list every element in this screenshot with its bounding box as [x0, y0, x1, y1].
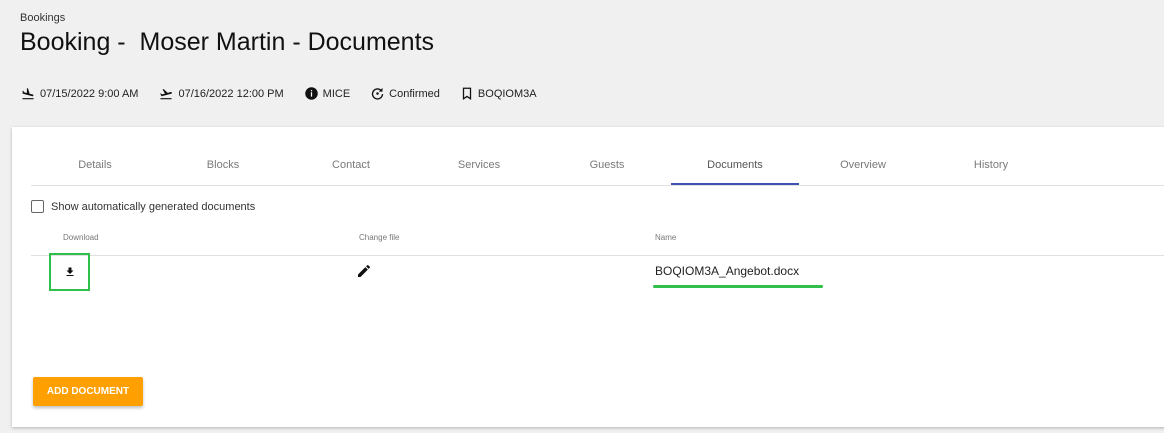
bookmark-icon — [462, 87, 472, 100]
booking-meta: 07/15/2022 9:00 AM 07/16/2022 12:00 PM M… — [20, 86, 557, 101]
departure-datetime: 07/16/2022 12:00 PM — [178, 87, 284, 100]
tab-guests[interactable]: Guests — [543, 127, 671, 185]
flight-land-icon — [22, 87, 34, 99]
column-header-change-file: Change file — [359, 233, 400, 242]
document-name-highlight — [653, 285, 823, 288]
breadcrumb[interactable]: Bookings — [20, 12, 65, 24]
show-generated-option[interactable]: Show automatically generated documents — [31, 200, 255, 213]
tab-documents[interactable]: Documents — [671, 127, 799, 185]
booking-status-info: Confirmed — [370, 86, 440, 101]
page-header: Bookings Booking - Moser Martin - Docume… — [0, 0, 1164, 111]
show-generated-label: Show automatically generated documents — [51, 200, 256, 213]
documents-card: Details Blocks Contact Services Guests D… — [12, 127, 1164, 427]
status-refresh-icon — [372, 87, 384, 100]
booking-code-info: BOQIOM3A — [460, 86, 537, 101]
tab-history[interactable]: History — [927, 127, 1055, 185]
tab-contact[interactable]: Contact — [287, 127, 415, 185]
tab-overview[interactable]: Overview — [799, 127, 927, 185]
tab-services[interactable]: Services — [415, 127, 543, 185]
page-title: Booking - Moser Martin - Documents — [20, 28, 435, 56]
pencil-icon — [358, 264, 371, 277]
download-icon — [66, 267, 73, 276]
booking-type-info: MICE — [304, 86, 351, 101]
tab-details[interactable]: Details — [31, 127, 159, 185]
column-header-name: Name — [655, 233, 677, 242]
change-file-button[interactable] — [356, 263, 372, 279]
column-header-download: Download — [63, 233, 99, 242]
booking-type: MICE — [322, 87, 351, 100]
show-generated-checkbox[interactable] — [31, 200, 44, 213]
arrival-info: 07/15/2022 9:00 AM — [20, 87, 138, 101]
arrival-datetime: 07/15/2022 9:00 AM — [40, 87, 139, 100]
table-divider — [31, 255, 1164, 256]
departure-info: 07/16/2022 12:00 PM — [158, 87, 284, 101]
booking-status: Confirmed — [389, 87, 440, 100]
document-name[interactable]: BOQIOM3A_Angebot.docx — [655, 264, 799, 278]
booking-code: BOQIOM3A — [477, 87, 537, 100]
flight-takeoff-icon — [160, 88, 173, 99]
tab-bar: Details Blocks Contact Services Guests D… — [31, 127, 1164, 186]
download-button[interactable] — [49, 253, 90, 291]
info-icon — [304, 87, 318, 100]
add-document-button[interactable]: ADD DOCUMENT — [33, 377, 143, 406]
tab-blocks[interactable]: Blocks — [159, 127, 287, 185]
